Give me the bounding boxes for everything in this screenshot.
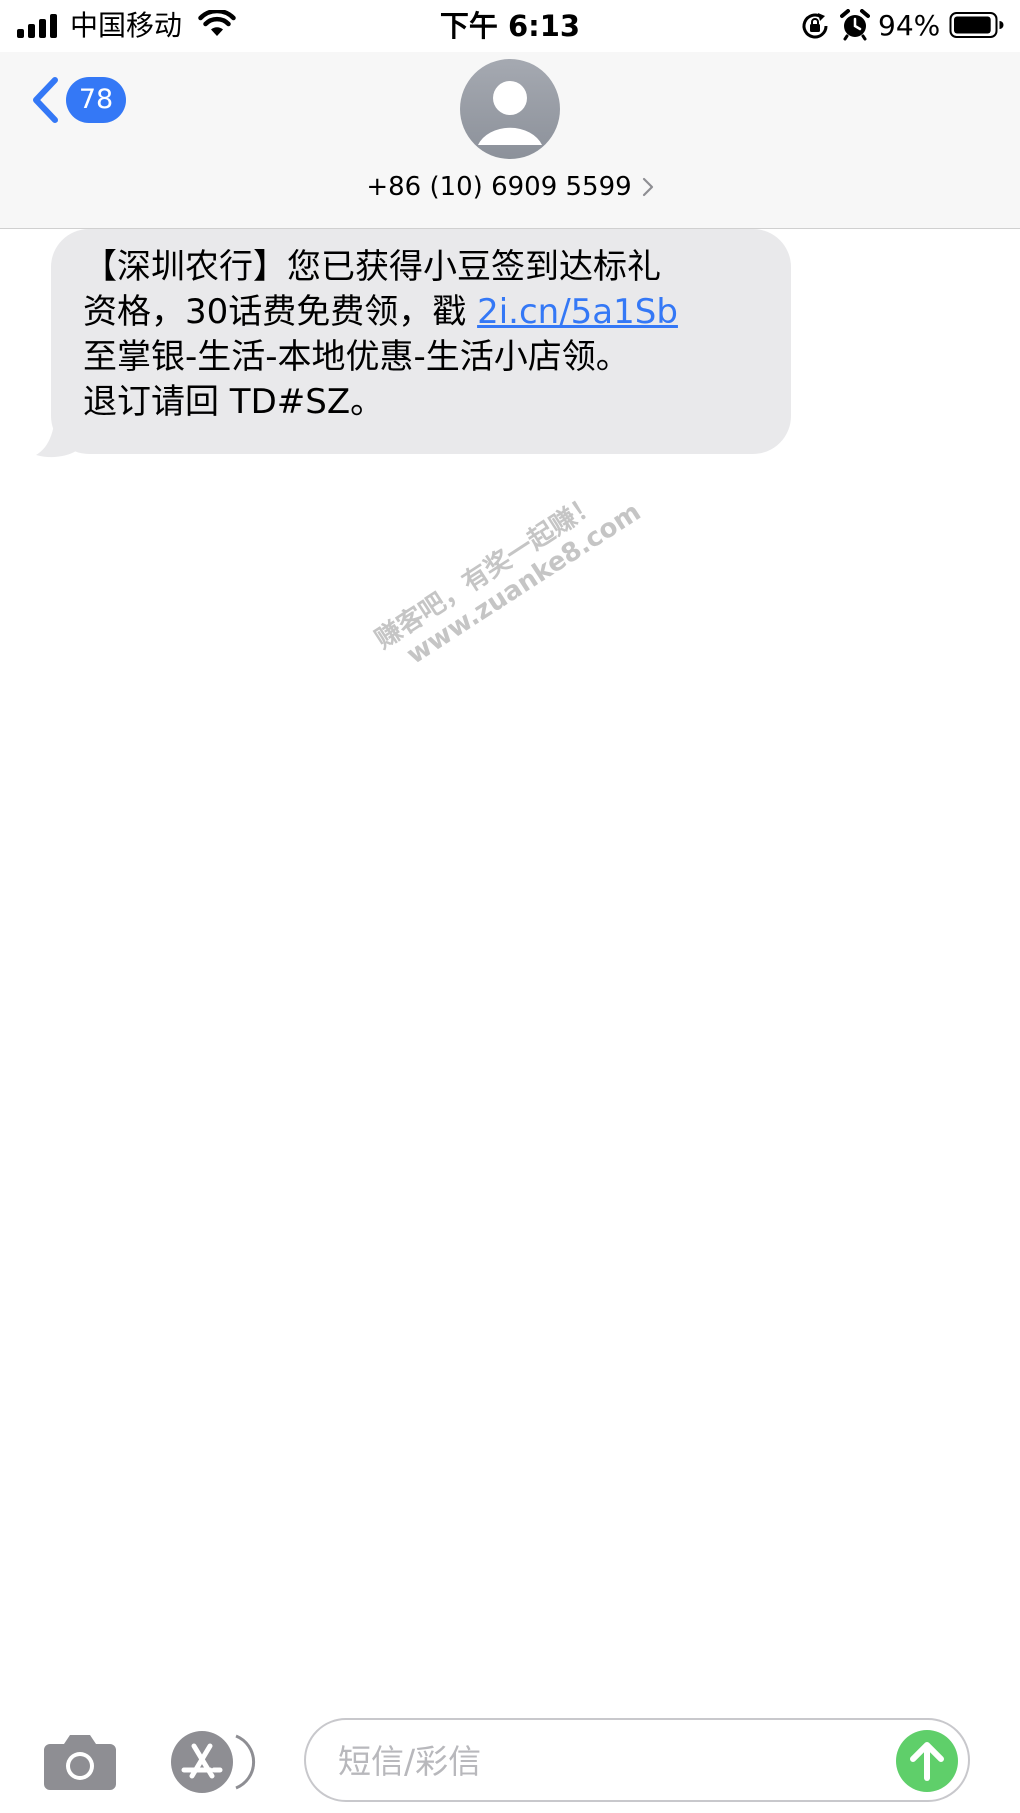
compose-bar [0,1700,1020,1813]
chevron-right-icon [642,177,653,197]
contact-number-label: +86 (10) 6909 5599 [366,172,632,202]
contact-avatar[interactable] [460,59,560,159]
battery-icon [949,12,1004,38]
message-list[interactable]: 【深圳农行】您已获得小豆签到达标礼 资格，30话费免费领，戳 2i.cn/5a1… [0,229,1020,1689]
message-input-field[interactable] [304,1718,970,1802]
rotation-lock-icon [802,13,828,39]
battery-percent: 94% [878,9,941,42]
message-bubble[interactable]: 【深圳农行】您已获得小豆签到达标礼 资格，30话费免费领，戳 2i.cn/5a1… [51,229,791,454]
person-icon [478,81,542,145]
message-line: 至掌银-生活-本地优惠-生活小店领。 [83,337,630,377]
app-store-button[interactable] [170,1730,262,1794]
message-line: 退订请回 TD#SZ。 [83,382,385,422]
send-button[interactable] [896,1730,958,1792]
back-chevron-icon [33,77,58,123]
contact-number[interactable]: +86 (10) 6909 5599 [0,169,1020,205]
send-arrow-icon [910,1742,944,1781]
message-line: 资格，30话费免费领，戳 2i.cn/5a1Sb [83,290,767,335]
message-text: 资格，30话费免费领，戳 [83,292,478,332]
camera-icon [44,1735,116,1790]
alarm-icon [840,9,870,41]
incoming-message[interactable]: 【深圳农行】您已获得小豆签到达标礼 资格，30话费免费领，戳 2i.cn/5a1… [36,229,796,459]
unread-count-badge: 78 [66,77,126,123]
message-line: 【深圳农行】您已获得小豆签到达标礼 [83,247,661,287]
app-store-icon [171,1731,256,1793]
status-bar: 中国移动 下午 6:13 94% [0,0,1020,52]
conversation-header: 78 +86 (10) 6909 5599 [0,52,1020,229]
message-link[interactable]: 2i.cn/5a1Sb [477,292,678,332]
message-input[interactable] [336,1732,880,1790]
back-button[interactable]: 78 [26,70,136,130]
camera-button[interactable] [42,1732,118,1792]
